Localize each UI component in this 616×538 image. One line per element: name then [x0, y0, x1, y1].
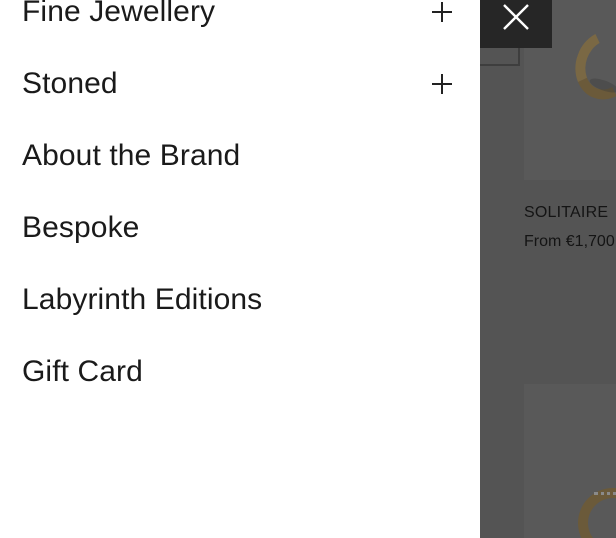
page-overlay[interactable]: SOLITAIRE From €1,700	[480, 0, 616, 538]
menu-item-label: Bespoke	[22, 211, 140, 244]
menu-item-bespoke[interactable]: Bespoke	[22, 206, 452, 250]
menu-item-label: Fine Jewellery	[22, 0, 216, 28]
navigation-drawer: Fine Jewellery Stoned About the Brand Be…	[0, 0, 480, 538]
page: SOLITAIRE From €1,700 Fine Jewellery Sto…	[0, 0, 616, 538]
menu-item-fine-jewellery[interactable]: Fine Jewellery	[22, 0, 452, 34]
plus-icon[interactable]	[432, 2, 452, 22]
product-price: From €1,700	[524, 233, 615, 250]
close-icon	[503, 4, 529, 30]
menu-item-label: Stoned	[22, 67, 118, 100]
close-menu-button[interactable]	[480, 0, 552, 48]
menu-item-labyrinth-editions[interactable]: Labyrinth Editions	[22, 278, 452, 322]
menu-item-about-the-brand[interactable]: About the Brand	[22, 134, 452, 178]
menu-item-label: Gift Card	[22, 355, 143, 388]
menu-item-gift-card[interactable]: Gift Card	[22, 350, 452, 394]
menu-item-label: Labyrinth Editions	[22, 283, 263, 316]
plus-icon[interactable]	[432, 74, 452, 94]
menu-item-label: About the Brand	[22, 139, 241, 172]
product-name: SOLITAIRE	[524, 204, 609, 221]
menu-item-stoned[interactable]: Stoned	[22, 62, 452, 106]
